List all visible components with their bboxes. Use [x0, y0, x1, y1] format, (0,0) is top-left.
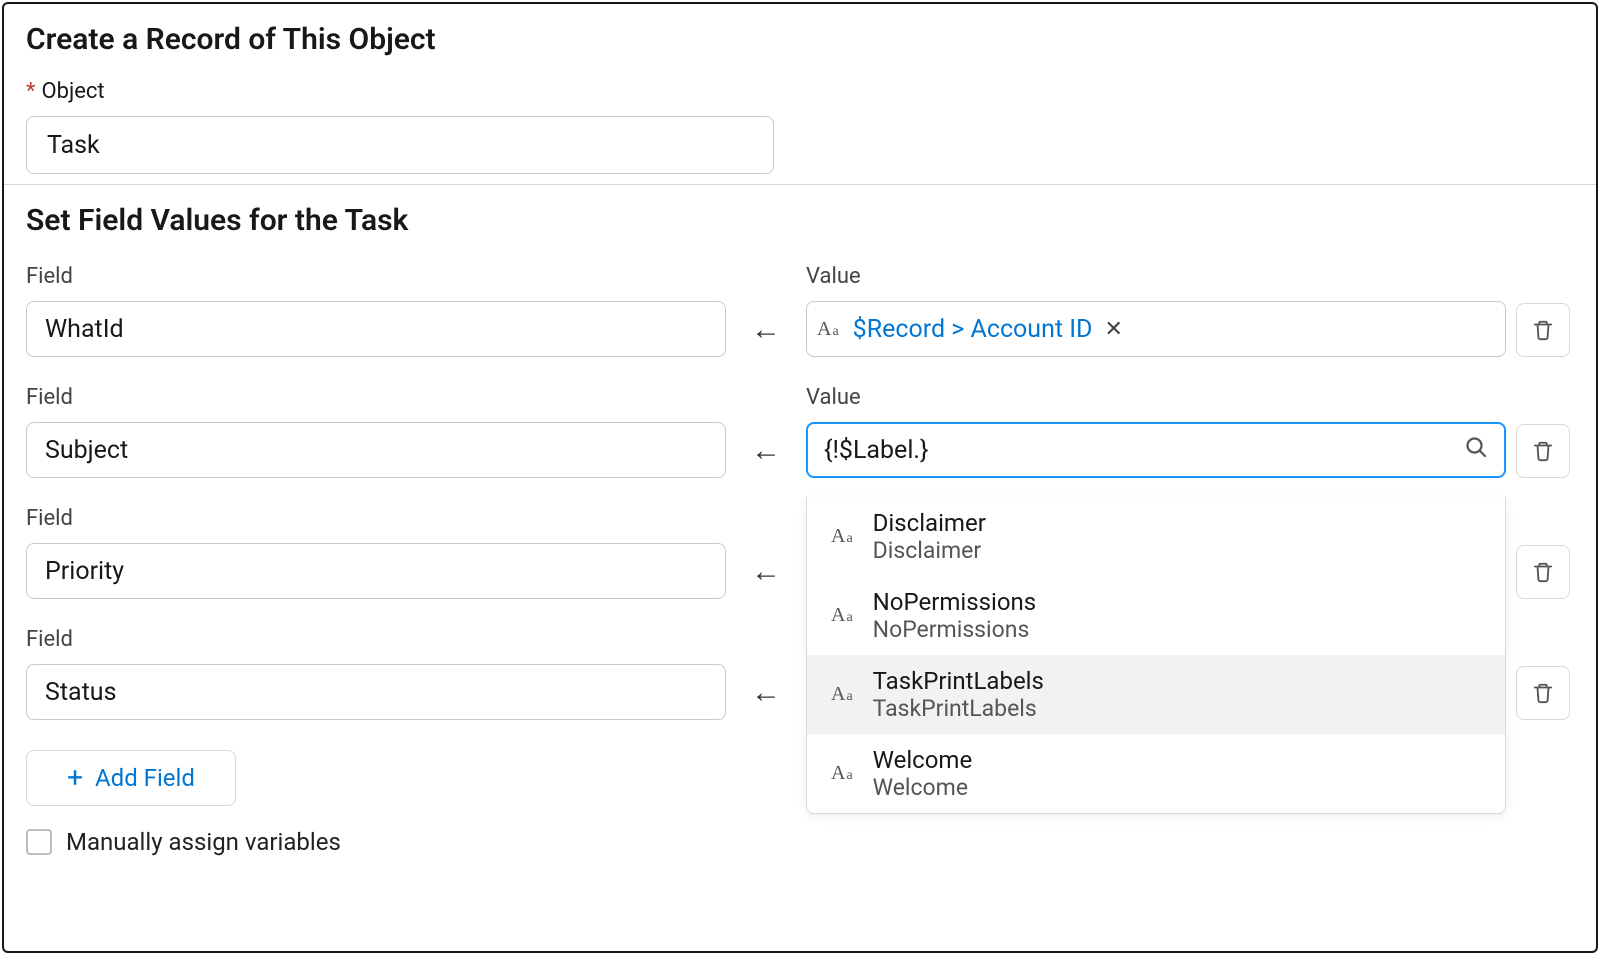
dropdown-item[interactable]: Aa NoPermissions NoPermissions — [807, 576, 1505, 655]
object-label-text: Object — [41, 79, 104, 104]
text-type-icon: Aa — [831, 604, 853, 627]
panel-title: Create a Record of This Object — [26, 22, 1574, 57]
trash-icon — [1532, 682, 1554, 704]
add-field-label: Add Field — [95, 764, 195, 792]
dropdown-secondary: TaskPrintLabels — [873, 695, 1044, 722]
field-input[interactable]: Subject — [26, 422, 726, 478]
plus-icon: + — [67, 764, 83, 792]
manual-assign-label: Manually assign variables — [66, 828, 341, 856]
value-label: Value — [806, 264, 1506, 289]
arrow-left-icon: ← — [736, 301, 796, 357]
field-input-value: Subject — [45, 436, 128, 465]
text-type-icon: Aa — [831, 762, 853, 785]
dropdown-primary: Disclaimer — [873, 509, 986, 537]
autocomplete-dropdown: Aa Disclaimer Disclaimer Aa NoPermission… — [806, 497, 1506, 814]
dropdown-primary: Welcome — [873, 746, 973, 774]
text-type-icon: Aa — [817, 318, 839, 341]
value-label: Value — [806, 385, 1506, 410]
arrow-left-icon: ← — [736, 664, 796, 720]
dropdown-item[interactable]: Aa TaskPrintLabels TaskPrintLabels — [807, 655, 1505, 734]
dropdown-item[interactable]: Aa Disclaimer Disclaimer — [807, 497, 1505, 576]
dropdown-item[interactable]: Aa Welcome Welcome — [807, 734, 1505, 813]
field-input-value: Priority — [45, 557, 124, 586]
object-section: Create a Record of This Object * Object … — [4, 4, 1596, 184]
resource-pill-text: $Record > Account ID — [853, 315, 1093, 344]
trash-icon — [1532, 561, 1554, 583]
field-input[interactable]: Priority — [26, 543, 726, 599]
delete-row-button[interactable] — [1516, 545, 1570, 599]
dropdown-secondary: Welcome — [873, 774, 973, 801]
field-input[interactable]: WhatId — [26, 301, 726, 357]
pill-remove-icon[interactable]: ✕ — [1102, 317, 1124, 342]
delete-row-button[interactable] — [1516, 303, 1570, 357]
field-input-value: WhatId — [45, 315, 124, 344]
field-input[interactable]: Status — [26, 664, 726, 720]
delete-row-button[interactable] — [1516, 424, 1570, 478]
manual-assign-row: Manually assign variables — [26, 828, 1574, 856]
resource-pill[interactable]: $Record > Account ID ✕ — [849, 313, 1129, 346]
object-label: * Object — [26, 79, 1574, 104]
arrow-left-icon: ← — [736, 422, 796, 478]
delete-row-button[interactable] — [1516, 666, 1570, 720]
text-type-icon: Aa — [831, 683, 853, 706]
field-label: Field — [26, 385, 726, 410]
field-row: Field WhatId ← Value Aa $Record > Accoun… — [26, 264, 1574, 357]
object-input[interactable]: Task — [26, 116, 774, 174]
value-input[interactable]: Aa $Record > Account ID ✕ — [806, 301, 1506, 357]
field-values-section: Set Field Values for the Task Field What… — [4, 185, 1596, 866]
trash-icon — [1532, 319, 1554, 341]
add-field-button[interactable]: + Add Field — [26, 750, 236, 806]
text-type-icon: Aa — [831, 525, 853, 548]
config-panel: Create a Record of This Object * Object … — [2, 2, 1598, 953]
required-star: * — [26, 79, 35, 104]
field-label: Field — [26, 506, 726, 531]
field-input-value: Status — [45, 678, 116, 707]
arrow-left-icon: ← — [736, 543, 796, 599]
field-label: Field — [26, 264, 726, 289]
manual-assign-checkbox[interactable] — [26, 829, 52, 855]
fields-title: Set Field Values for the Task — [26, 203, 1574, 238]
field-label: Field — [26, 627, 726, 652]
dropdown-primary: NoPermissions — [873, 588, 1036, 616]
trash-icon — [1532, 440, 1554, 462]
dropdown-secondary: Disclaimer — [873, 537, 986, 564]
dropdown-secondary: NoPermissions — [873, 616, 1036, 643]
field-row: Field Subject ← Value {!$Label.} — [26, 385, 1574, 478]
dropdown-primary: TaskPrintLabels — [873, 667, 1044, 695]
object-value: Task — [47, 131, 100, 160]
